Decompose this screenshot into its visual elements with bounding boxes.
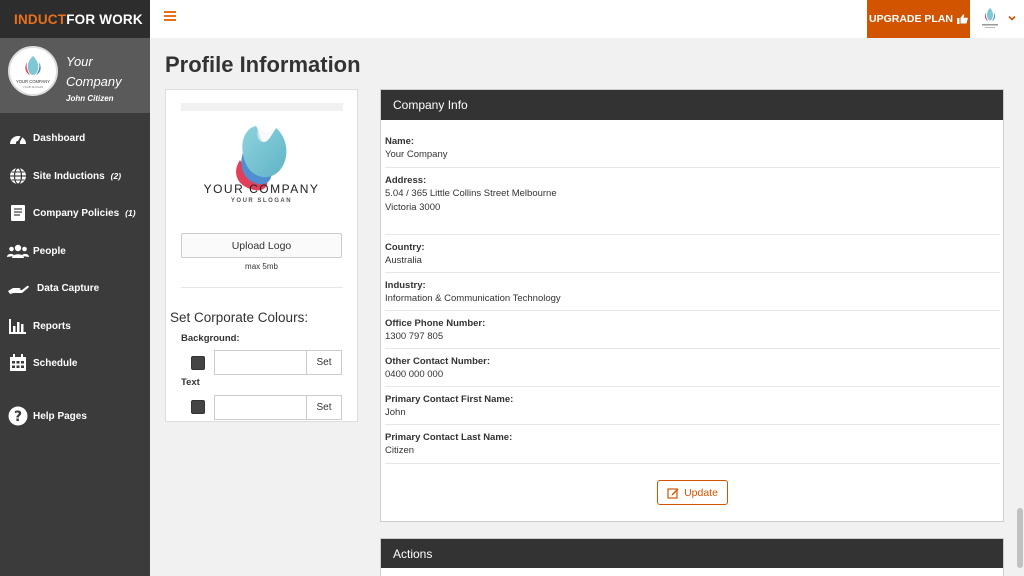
sidebar: INDUCT FOR WORK YOUR COMPANY YOUR SLOGAN …: [0, 0, 150, 576]
upload-max-size-note: max 5mb: [245, 262, 278, 271]
svg-text:YOUR COMPANY: YOUR COMPANY: [16, 79, 50, 84]
field-office-phone: Office Phone Number: 1300 797 805: [385, 310, 1000, 349]
question-circle-icon: ?: [7, 405, 29, 427]
sidebar-item-help-pages[interactable]: ? Help Pages: [0, 401, 150, 431]
field-country: Country: Australia: [385, 234, 1000, 273]
field-other-contact: Other Contact Number: 0400 000 000: [385, 348, 1000, 387]
sidebar-item-people[interactable]: People: [0, 236, 150, 266]
sidebar-item-company-policies[interactable]: Company Policies (1): [0, 198, 150, 228]
sidebar-item-label: Help Pages: [33, 410, 87, 422]
field-label: Other Contact Number:: [385, 356, 491, 367]
sidebar-item-label: Site Inductions: [33, 170, 105, 182]
logo-panel-bar: [181, 103, 343, 111]
corporate-colours-title: Set Corporate Colours:: [170, 310, 309, 325]
dashboard-gauge-icon: [7, 127, 29, 149]
book-icon: [7, 202, 29, 224]
sidebar-item-label: Dashboard: [33, 132, 86, 144]
field-value[interactable]: Information & Communication Technology: [385, 292, 1000, 306]
upgrade-plan-label: UPGRADE PLAN: [868, 13, 953, 25]
field-label: Primary Contact Last Name:: [385, 432, 513, 443]
text-colour-swatch[interactable]: [191, 400, 205, 414]
sidebar-item-label: Schedule: [33, 357, 78, 369]
page-title: Profile Information: [165, 52, 361, 77]
field-name: Name: Your Company: [385, 128, 1000, 168]
update-label: Update: [684, 486, 718, 499]
svg-text:?: ?: [14, 409, 22, 425]
sidebar-item-count: (1): [125, 208, 136, 218]
upload-logo-button[interactable]: Upload Logo: [181, 233, 342, 258]
globe-icon: [7, 165, 29, 187]
text-colour-label: Text: [181, 377, 200, 388]
company-info-panel: Company Info Name: Your Company Address:…: [380, 89, 1004, 522]
sidebar-item-data-capture[interactable]: Data Capture: [0, 273, 150, 303]
company-logo-image: [236, 126, 287, 191]
text-colour-input[interactable]: [214, 395, 307, 420]
bar-chart-icon: [7, 315, 29, 337]
divider: [181, 287, 343, 288]
field-primary-last-name: Primary Contact Last Name: Citizen: [385, 424, 1000, 464]
company-info-header: Company Info: [381, 90, 1003, 120]
page-scrollbar[interactable]: [1016, 38, 1024, 576]
background-colour-input[interactable]: [214, 350, 307, 375]
logo-panel: YOUR COMPANY YOUR SLOGAN Upload Logo max…: [165, 89, 358, 422]
sidebar-item-site-inductions[interactable]: Site Inductions (2): [0, 161, 150, 191]
field-value[interactable]: 5.04 / 365 Little Collins Street Melbour…: [385, 187, 1000, 201]
actions-panel: Actions: [380, 538, 1004, 576]
background-colour-label: Background:: [181, 333, 240, 344]
calendar-icon: [7, 352, 29, 374]
field-label: Industry:: [385, 280, 426, 291]
field-label: Office Phone Number:: [385, 318, 486, 329]
profile-card: YOUR COMPANY YOUR SLOGAN Your Company Jo…: [0, 38, 150, 113]
logo-company-slogan: YOUR SLOGAN: [230, 198, 293, 204]
thumbs-up-icon: [957, 14, 968, 24]
field-label: Address:: [385, 175, 427, 186]
field-primary-first-name: Primary Contact First Name: John: [385, 386, 1000, 425]
edit-icon: [667, 487, 679, 499]
sidebar-item-schedule[interactable]: Schedule: [0, 348, 150, 378]
brand-part-induct: INDUCT: [14, 11, 67, 27]
brand-logo[interactable]: INDUCT FOR WORK: [0, 0, 150, 38]
sidebar-company-name: Your Company: [66, 54, 122, 89]
sidebar-item-label: People: [33, 245, 66, 257]
upgrade-plan-button[interactable]: UPGRADE PLAN: [867, 0, 970, 38]
field-value[interactable]: Your Company: [385, 148, 1000, 162]
field-value[interactable]: Australia: [385, 254, 1000, 268]
svg-text:YOUR SLOGAN: YOUR SLOGAN: [23, 85, 44, 89]
sidebar-item-label: Company Policies: [33, 207, 120, 219]
logo-company-name: YOUR COMPANY: [203, 182, 320, 196]
sidebar-item-label: Reports: [33, 320, 71, 332]
field-value[interactable]: 1300 797 805: [385, 330, 1000, 344]
field-address: Address: 5.04 / 365 Little Collins Stree…: [385, 167, 1000, 235]
actions-header: Actions: [381, 539, 1003, 568]
hand-icon: [7, 277, 29, 299]
sidebar-item-dashboard[interactable]: Dashboard: [0, 123, 150, 153]
sidebar-user-name: John Citizen: [66, 94, 114, 103]
brand-part-forwork: FOR WORK: [66, 11, 143, 27]
field-value[interactable]: Victoria 3000: [385, 201, 1000, 215]
scrollbar-thumb[interactable]: [1017, 508, 1023, 568]
company-avatar[interactable]: YOUR COMPANY YOUR SLOGAN: [8, 46, 58, 96]
people-icon: [7, 240, 29, 262]
field-label: Primary Contact First Name:: [385, 394, 514, 405]
field-industry: Industry: Information & Communication Te…: [385, 272, 1000, 311]
top-bar: UPGRADE PLAN: [150, 0, 1024, 38]
field-label: Country:: [385, 242, 425, 253]
sidebar-item-count: (2): [110, 171, 122, 181]
field-value[interactable]: John: [385, 406, 1000, 420]
hamburger-menu-icon[interactable]: [164, 11, 176, 25]
field-value[interactable]: Citizen: [385, 444, 1000, 458]
update-button[interactable]: Update: [657, 480, 728, 505]
sidebar-item-reports[interactable]: Reports: [0, 311, 150, 341]
text-set-button[interactable]: Set: [306, 395, 342, 420]
chevron-down-icon[interactable]: [1008, 14, 1016, 22]
background-colour-swatch[interactable]: [191, 356, 205, 370]
field-value[interactable]: 0400 000 000: [385, 368, 1000, 382]
company-logo-icon[interactable]: [976, 5, 1004, 33]
background-set-button[interactable]: Set: [306, 350, 342, 375]
field-label: Name:: [385, 136, 415, 147]
sidebar-item-label: Data Capture: [37, 282, 100, 294]
